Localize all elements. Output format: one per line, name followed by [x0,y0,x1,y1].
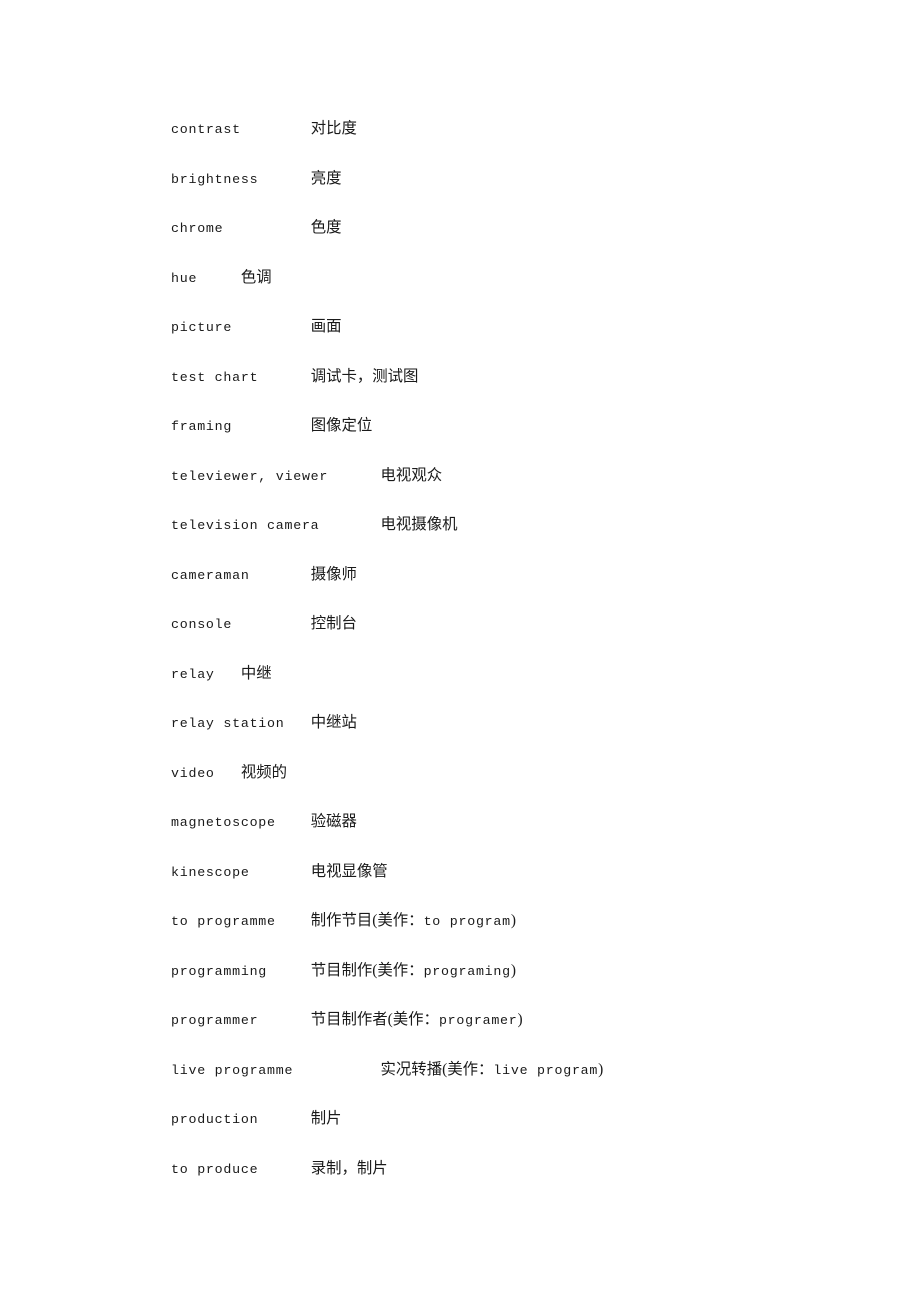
glossary-translation-tail: ) [510,912,516,929]
glossary-term: brightness [171,171,259,187]
glossary-entry: chrome 色度 [171,203,871,253]
glossary-term: video [171,765,215,781]
glossary-translation: 色度 [310,219,342,236]
glossary-term: cameraman [171,567,250,583]
glossary-term: programming [171,963,268,979]
glossary-translation: 中继站 [310,714,357,731]
glossary-entry: cameraman 摄像师 [171,550,871,600]
glossary-term: contrast [171,122,241,137]
glossary-translation: 节目制作(美作： [310,961,424,979]
glossary-term: console [171,617,233,632]
glossary-translation: 电视观众 [380,466,443,484]
glossary-translation: 验磁器 [310,813,357,830]
glossary-entry: televiewer, viewer 电视观众 [171,451,871,501]
glossary-entry: console 控制台 [171,599,871,649]
glossary-gap [232,320,311,335]
glossary-entry: contrast 对比度 [171,104,871,154]
glossary-translation: 节目制作者(美作： [310,1011,439,1028]
glossary-translation: 画面 [310,318,342,335]
glossary-translation-latin: programing [423,963,511,979]
glossary-term: picture [171,320,233,335]
glossary-entry: live programme 实况转播(美作：live program) [171,1045,871,1095]
glossary-translation: 视频的 [240,763,288,781]
glossary-gap [250,865,311,880]
glossary-translation: 制片 [310,1110,342,1127]
glossary-translation: 实况转播(美作： [380,1060,494,1078]
glossary-entry: hue 色调 [171,253,871,303]
glossary-gap [319,518,380,533]
glossary-entry: picture 画面 [171,302,871,352]
glossary-translation: 制作节目(美作： [310,912,424,929]
glossary-entry: relay 中继 [171,649,871,699]
glossary-entry: test chart 调试卡，测试图 [171,352,871,402]
glossary-term: televiewer, viewer [171,468,329,484]
glossary-translation: 调试卡，测试图 [310,367,419,385]
glossary-list: contrast 对比度 brightness 亮度 chrome 色度 hue 色调… [171,104,871,1193]
glossary-entry: brightness 亮度 [171,154,871,204]
glossary-translation: 对比度 [310,120,357,137]
glossary-entry: programmer 节目制作者(美作：programer) [171,995,871,1045]
glossary-entry: relay station 中继站 [171,698,871,748]
glossary-gap [328,469,380,484]
glossary-term: programmer [171,1013,259,1028]
glossary-gap [232,419,311,434]
glossary-term: live programme [171,1062,294,1078]
glossary-entry: production 制片 [171,1094,871,1144]
glossary-gap [276,914,311,929]
glossary-translation-latin: to program [423,914,511,929]
glossary-term: hue [171,270,198,286]
glossary-gap [284,716,310,731]
glossary-term: framing [171,419,233,434]
glossary-gap [267,964,311,979]
glossary-gap [293,1063,380,1078]
glossary-gap [258,1112,310,1127]
glossary-term: to programme [171,914,276,929]
glossary-entry: to produce 录制，制片 [171,1144,871,1194]
glossary-entry: kinescope 电视显像管 [171,847,871,897]
glossary-gap [258,172,310,187]
glossary-gap [276,815,311,830]
glossary-translation-tail: ) [598,1060,604,1078]
glossary-term: to produce [171,1161,259,1177]
glossary-term: production [171,1112,259,1127]
glossary-translation: 控制台 [310,615,357,632]
glossary-translation: 色调 [240,268,272,286]
glossary-term: relay [171,666,215,682]
glossary-gap [241,122,311,137]
glossary-translation-latin: live program [493,1062,599,1078]
glossary-translation: 亮度 [310,169,342,187]
glossary-term: kinescope [171,864,250,880]
glossary-translation: 电视显像管 [310,862,388,880]
glossary-entry: video 视频的 [171,748,871,798]
glossary-entry: framing 图像定位 [171,401,871,451]
glossary-gap [250,568,311,583]
glossary-gap [223,221,310,236]
glossary-gap [197,271,241,286]
glossary-translation: 电视摄像机 [380,516,458,533]
glossary-translation-tail: ) [510,961,516,979]
glossary-entry: to programme 制作节目(美作：to program) [171,896,871,946]
glossary-term: test chart [171,369,259,385]
document-page: contrast 对比度 brightness 亮度 chrome 色度 hue 色调… [0,0,920,1302]
glossary-gap [215,766,241,781]
glossary-entry: magnetoscope 验磁器 [171,797,871,847]
glossary-gap [258,1013,310,1028]
glossary-translation-tail: ) [517,1011,523,1028]
glossary-gap [258,1162,310,1177]
glossary-translation: 图像定位 [310,417,373,434]
glossary-term: relay station [171,716,285,731]
glossary-gap [215,667,241,682]
glossary-gap [258,370,310,385]
glossary-translation: 中继 [240,664,272,682]
glossary-term: magnetoscope [171,815,276,830]
glossary-term: television camera [171,518,320,533]
glossary-translation: 录制，制片 [310,1159,388,1177]
glossary-translation-latin: programer [438,1013,518,1028]
glossary-gap [232,617,311,632]
glossary-entry: television camera 电视摄像机 [171,500,871,550]
glossary-entry: programming 节目制作(美作：programing) [171,946,871,996]
glossary-term: chrome [171,221,224,236]
glossary-translation: 摄像师 [310,565,357,583]
